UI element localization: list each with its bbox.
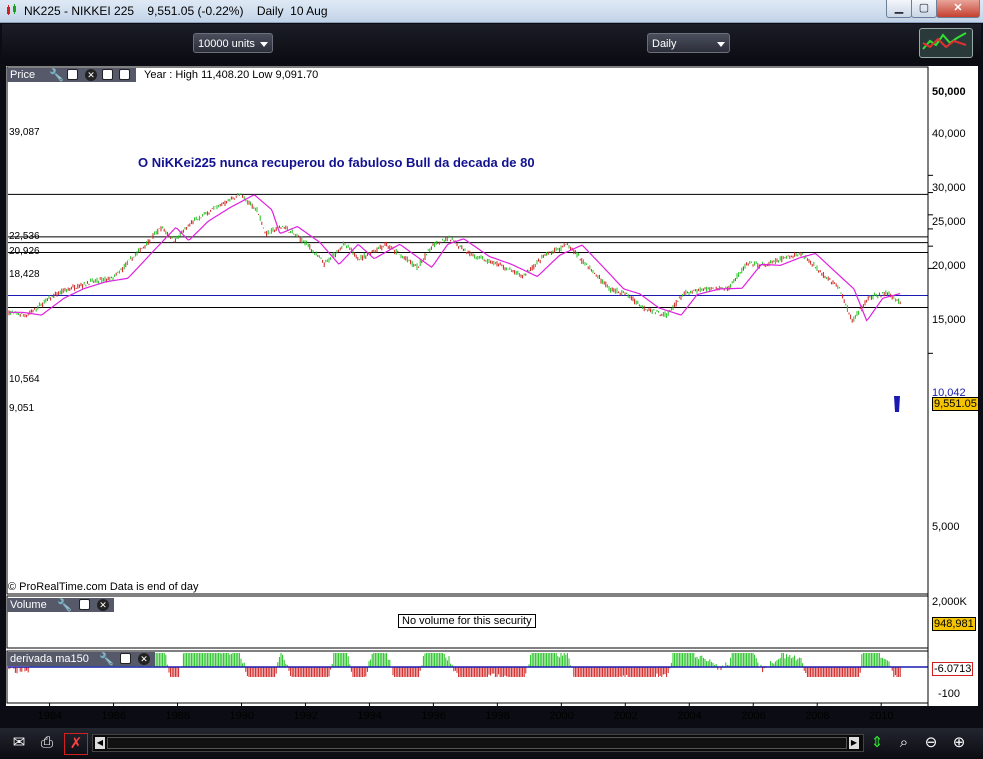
volume-last-badge: 948,981 xyxy=(932,617,976,631)
y-tick-label: 50,000 xyxy=(932,86,966,98)
volume-panel-label: Volume xyxy=(10,599,47,611)
deriv-axis-label: -100 xyxy=(938,688,961,700)
scroll-right-icon[interactable]: ▶ xyxy=(849,737,859,749)
chevron-down-icon xyxy=(717,42,725,47)
y-tick-label: 40,000 xyxy=(932,128,966,140)
print-icon[interactable]: ⎙ xyxy=(36,733,58,753)
no-cursor-icon[interactable]: ✗ xyxy=(64,733,88,755)
timeframe-value: Daily xyxy=(652,38,677,50)
close-button[interactable]: ✕ xyxy=(936,0,980,18)
x-tick-label: 2000 xyxy=(549,710,574,722)
bottom-toolbar: ✉ ⎙ ✗ ◀ ▶ ⇕ ⌕ ⊖ ⊕ xyxy=(0,728,983,759)
chevron-down-icon xyxy=(260,42,268,47)
zoom-in-icon[interactable]: ⊕ xyxy=(948,733,970,753)
x-tick-label: 2002 xyxy=(613,710,638,722)
x-tick-label: 1986 xyxy=(101,710,127,722)
hline-label: 10,564 xyxy=(9,374,40,385)
instrument-price: 9,551.05 (-0.22%) xyxy=(147,4,244,18)
chart-style-button[interactable] xyxy=(919,28,973,58)
x-tick-label: 1990 xyxy=(229,710,254,722)
deriv-last-badge: -6.0713 xyxy=(932,662,974,676)
moving-average-line xyxy=(9,194,901,322)
hline-label: 39,087 xyxy=(9,127,40,138)
title-bar: NK225 - NIKKEI 225 9,551.05 (-0.22%) Dai… xyxy=(0,0,983,23)
zoom-out-icon[interactable]: ⊖ xyxy=(920,733,942,753)
x-tick-label: 1994 xyxy=(357,710,382,722)
chart-toolbar: 10000 units Daily xyxy=(2,24,981,62)
last-candle-marker xyxy=(894,396,900,412)
price-panel-frame xyxy=(6,66,929,595)
window-title: NK225 - NIKKEI 225 9,551.05 (-0.22%) Dai… xyxy=(24,4,328,18)
maximize-button[interactable]: ▢ xyxy=(911,0,937,18)
units-dropdown[interactable]: 10000 units xyxy=(193,33,273,53)
year-range: Year : High 11,408.20 Low 9,091.70 xyxy=(144,69,319,81)
hline-label: 20,926 xyxy=(9,246,40,257)
y-tick-label: 5,000 xyxy=(932,521,960,533)
chart-style-icon xyxy=(922,32,967,50)
auto-scale-icon[interactable]: ⇕ xyxy=(866,733,888,753)
units-value: 10000 units xyxy=(198,38,255,50)
download-icon[interactable] xyxy=(102,69,113,80)
window-icon[interactable] xyxy=(67,69,78,80)
wrench-icon[interactable]: 🔧 xyxy=(57,598,72,612)
hline-label: 9,051 xyxy=(9,403,35,414)
mail-icon[interactable]: ✉ xyxy=(8,733,30,753)
date-label: 10 Aug xyxy=(290,4,328,18)
volume-axis-label: 2,000K xyxy=(932,596,967,608)
x-tick-label: 2008 xyxy=(805,710,830,722)
period-label: Daily xyxy=(256,4,284,18)
scroll-left-icon[interactable]: ◀ xyxy=(95,737,105,749)
x-tick-label: 1992 xyxy=(293,710,318,722)
minimize-button[interactable]: ▁ xyxy=(886,0,912,18)
upload-icon[interactable] xyxy=(119,69,130,80)
wrench-icon[interactable]: 🔧 xyxy=(99,652,114,666)
y-tick-label: 15,000 xyxy=(932,314,966,326)
copyright-text: © ProRealTime.com Data is end of day xyxy=(8,581,199,593)
chart-annotation: O NiKKei225 nunca recuperou do fabuloso … xyxy=(138,155,535,170)
x-tick-label: 1988 xyxy=(165,710,190,722)
x-tick-label: 1984 xyxy=(37,710,63,722)
x-tick-label: 1998 xyxy=(485,710,510,722)
hline-label: 22,536 xyxy=(9,231,40,242)
y-tick-label: 20,000 xyxy=(932,260,966,272)
y-tick-label: 25,000 xyxy=(932,216,966,228)
close-icon[interactable]: ✕ xyxy=(138,653,150,665)
hline-label: 18,428 xyxy=(9,269,40,280)
x-axis: 1984 1986 1988 1990 1992 1994 1996 1998 2000 2002… xyxy=(6,710,928,724)
last-price-badge: 9,551.05 xyxy=(932,397,979,411)
window-icon[interactable] xyxy=(120,653,131,664)
close-icon[interactable]: ✕ xyxy=(97,599,109,611)
timeframe-dropdown[interactable]: Daily xyxy=(647,33,730,53)
y-tick-label: 30,000 xyxy=(932,182,966,194)
price-panel-label: Price xyxy=(10,69,36,81)
wrench-icon[interactable]: 🔧 xyxy=(49,68,64,82)
deriv-panel-label: derivada ma150 xyxy=(10,653,89,665)
scrollbar-track[interactable] xyxy=(107,737,847,749)
price-panel-title: Price 🔧 ✕ xyxy=(7,68,136,82)
deriv-panel-title: derivada ma150 🔧 ✕ xyxy=(7,652,155,666)
candlestick-icon xyxy=(7,4,16,15)
instrument-name: NK225 - NIKKEI 225 xyxy=(24,4,135,18)
volume-panel-title: Volume 🔧 ✕ xyxy=(7,598,114,612)
x-tick-label: 1996 xyxy=(421,710,446,722)
no-volume-message: No volume for this security xyxy=(398,614,536,628)
x-tick-label: 2010 xyxy=(869,710,894,722)
close-icon[interactable]: ✕ xyxy=(85,69,97,81)
horizontal-scrollbar[interactable]: ◀ ▶ xyxy=(92,734,864,752)
zoom-area-icon[interactable]: ⌕ xyxy=(893,733,915,753)
chart-area[interactable]: Price 🔧 ✕ Year : High 11,408.20 Low 9,09… xyxy=(6,66,979,706)
x-tick-label: 2004 xyxy=(677,710,702,722)
x-tick-label: 2006 xyxy=(741,710,766,722)
window-icon[interactable] xyxy=(79,599,90,610)
